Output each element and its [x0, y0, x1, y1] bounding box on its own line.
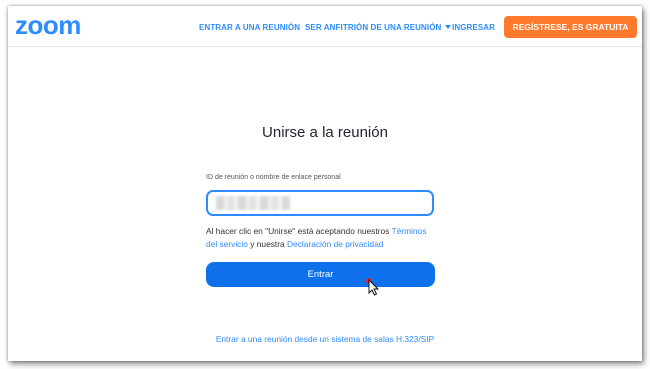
nav-host-meeting[interactable]: SER ANFITRIÓN DE UNA REUNIÓN	[305, 23, 452, 32]
page-title: Unirse a la reunión	[262, 124, 388, 141]
browser-page: zoom ENTRAR A UNA REUNIÓN SER ANFITRIÓN …	[8, 6, 642, 361]
redacted-meeting-id	[216, 196, 290, 210]
room-system-join-link[interactable]: Entrar a una reunión desde un sistema de…	[8, 334, 642, 344]
top-navbar: zoom ENTRAR A UNA REUNIÓN SER ANFITRIÓN …	[8, 6, 642, 47]
meeting-id-label: ID de reunión o nombre de enlace persona…	[206, 174, 341, 181]
nav-host-label: SER ANFITRIÓN DE UNA REUNIÓN	[305, 23, 442, 32]
join-button[interactable]: Entrar	[206, 262, 435, 287]
mouse-cursor-icon	[366, 278, 380, 296]
zoom-logo[interactable]: zoom	[15, 12, 81, 38]
terms-notice: Al hacer clic en "Unirse" está aceptando…	[206, 225, 438, 251]
nav-join-label: ENTRAR A UNA REUNIÓN	[199, 23, 301, 32]
nav-sign-in[interactable]: INGRESAR	[452, 23, 495, 32]
privacy-statement-link[interactable]: Declaración de privacidad	[287, 239, 383, 249]
terms-prefix: Al hacer clic en "Unirse" está aceptando…	[206, 226, 392, 236]
terms-middle: y nuestra	[247, 239, 288, 249]
nav-signin-label: INGRESAR	[452, 23, 496, 32]
signup-button[interactable]: REGÍSTRESE, ES GRATUITA	[504, 16, 637, 38]
chevron-down-icon	[445, 25, 452, 29]
nav-join-meeting[interactable]: ENTRAR A UNA REUNIÓN	[199, 23, 300, 32]
